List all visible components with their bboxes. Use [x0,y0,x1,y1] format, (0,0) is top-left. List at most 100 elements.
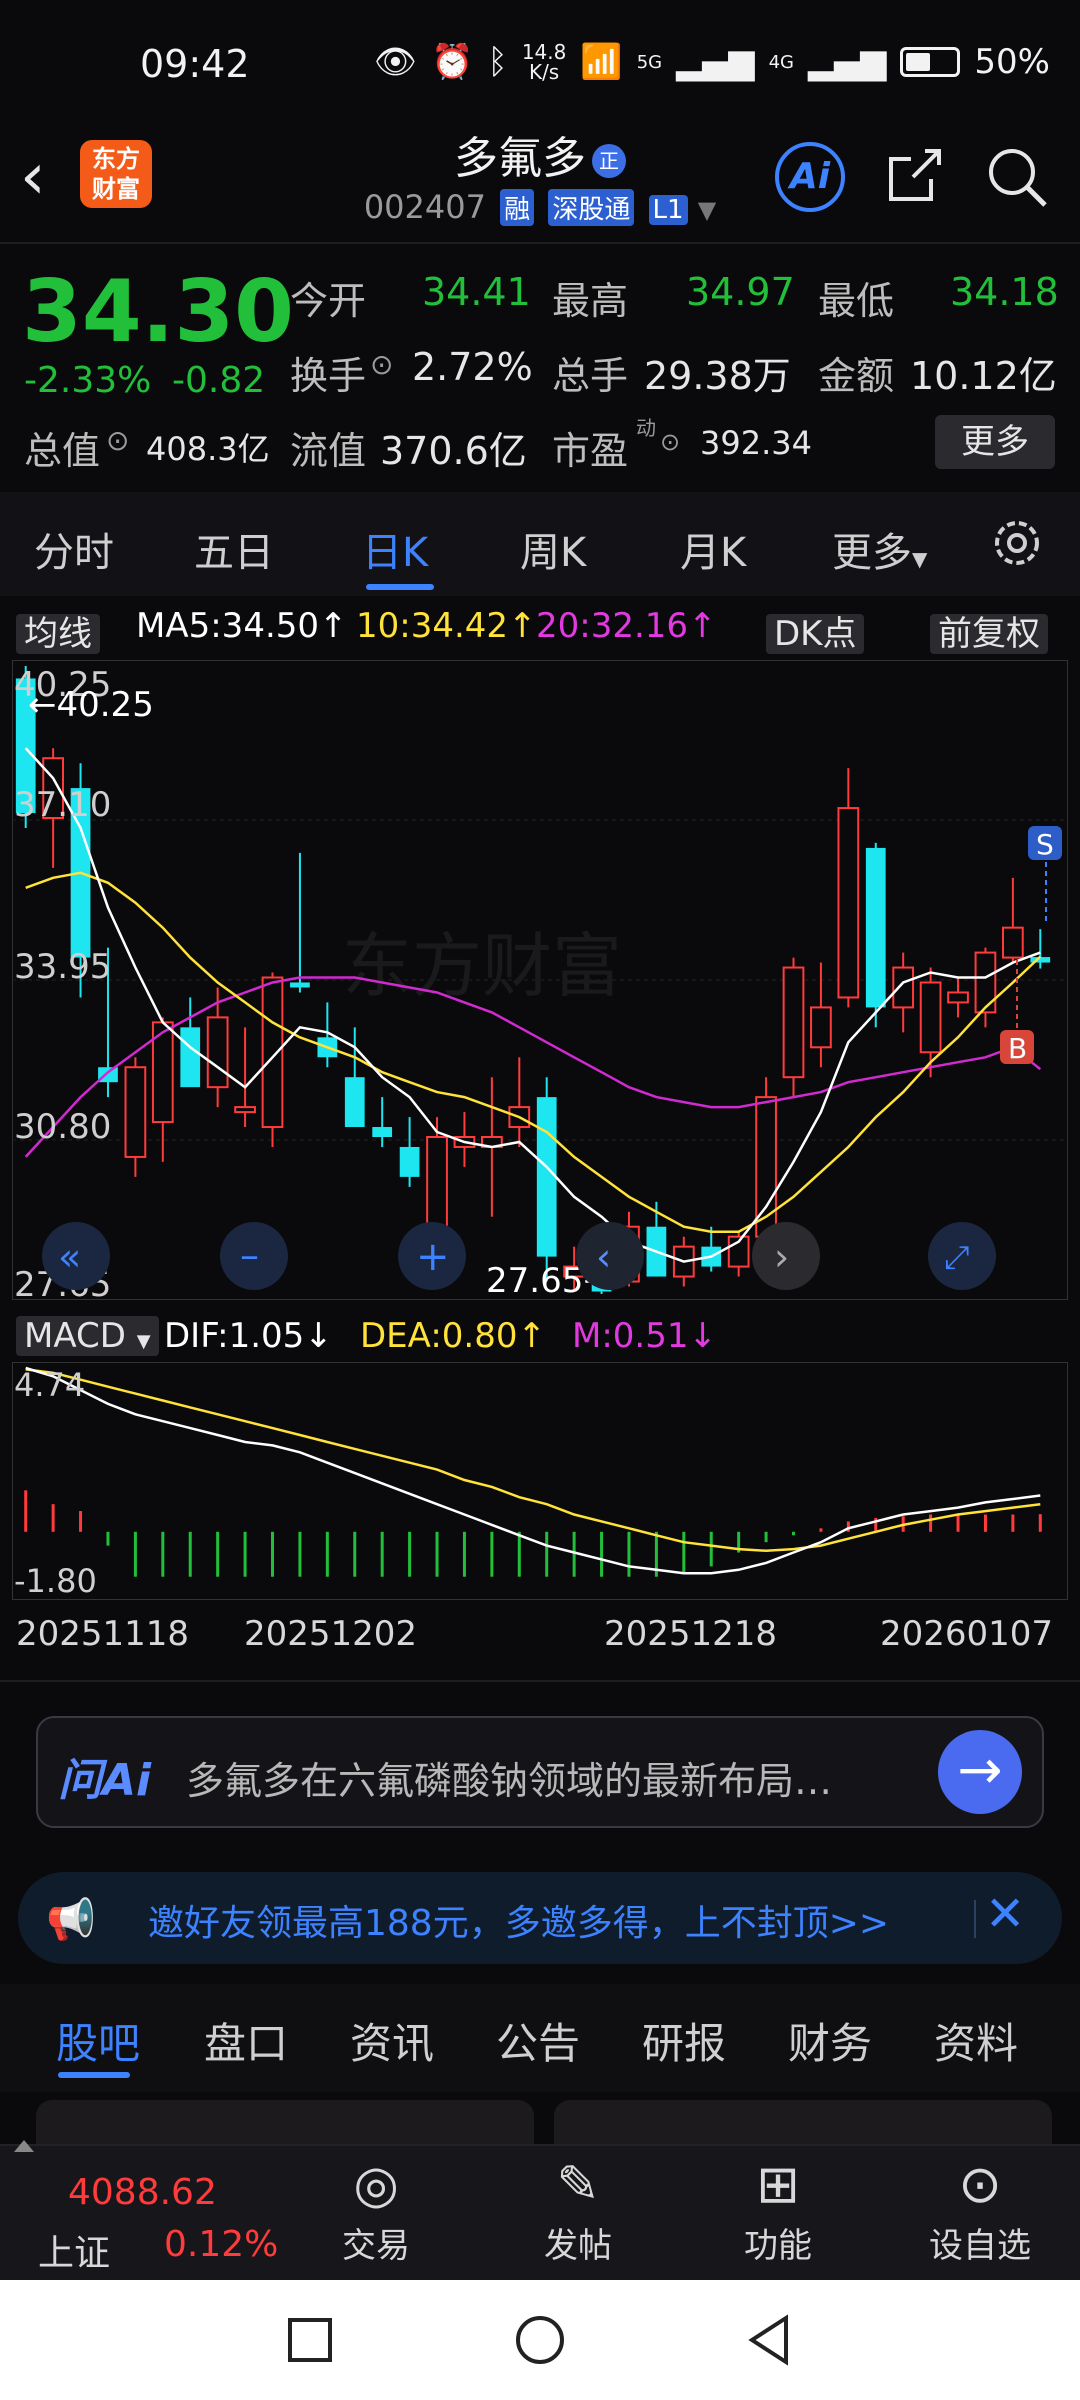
tab-forum[interactable]: 股吧 [56,2010,140,2071]
next-button[interactable]: › [752,1222,820,1290]
info-icon-3[interactable]: ⊙ [660,428,680,456]
candle-body [372,1127,393,1137]
peek-card-right[interactable] [554,2100,1052,2144]
macd-chart[interactable]: 4.74 -1.80 [12,1362,1068,1600]
tab-intraday[interactable]: 分时 [34,520,114,578]
ma20-text: 20:32.16 [536,606,689,646]
home-icon[interactable] [510,2310,570,2370]
content-tab-underline [58,2072,130,2078]
tab-more[interactable]: 更多▼ [832,520,927,578]
arrow-right-icon[interactable]: → [938,1730,1022,1814]
nav-watchlist[interactable]: ⊙ 设自选 [910,2152,1050,2267]
info-icon-2[interactable]: ⊙ [106,424,129,457]
index-value[interactable]: 4088.62 [68,2172,217,2213]
pe-superscript: 动 [636,416,656,440]
tab-underline [366,584,434,590]
candle-body [947,991,969,1004]
candle-body [865,847,886,1008]
tab-monthly-k[interactable]: 月K [680,520,746,578]
ai-question-text[interactable]: 多氟多在六氟磷酸钠领域的最新布局… [186,1750,832,1805]
nav-functions-label: 功能 [744,2226,812,2266]
change-percent: -2.33% [24,360,152,401]
promo-text[interactable]: 邀好友领最高188元，多邀多得，上不封顶>> [148,1894,889,1946]
prev-button[interactable]: ‹ [576,1222,644,1290]
zoom-in-button[interactable]: + [398,1222,466,1290]
gear-icon[interactable] [988,514,1046,572]
ai-button[interactable]: Ai [775,142,845,212]
tab-news[interactable]: 资讯 [350,2010,434,2071]
dk-button[interactable]: DK点 [766,606,865,654]
low-label: 最低 [818,279,895,323]
candle-body [124,1066,147,1158]
candle-body [837,807,860,999]
zoom-out-button[interactable]: – [220,1222,288,1290]
ma10-text: 10:34.42 [356,606,509,646]
macd-y-bottom: -1.80 [14,1562,97,1600]
macd-m-text: M:0.51 [572,1316,689,1356]
tab-weekly-k[interactable]: 周K [520,520,586,578]
y-tick-3: 30.80 [14,1107,111,1147]
plus-icon: + [416,1234,450,1280]
macd-selector[interactable]: MACD ▼ [16,1316,159,1356]
watermark: 东方财富 [342,925,622,1007]
edit-icon: ✎ [556,2155,600,2215]
tab-daily-k[interactable]: 日K [362,520,428,578]
macd-m: M:0.51↓ [572,1316,717,1356]
eye-icon: 👁 [373,42,418,82]
tab-research[interactable]: 研报 [642,2010,726,2071]
share-icon[interactable] [885,145,945,205]
back-nav-icon[interactable] [740,2310,800,2370]
tab-five-day[interactable]: 五日 [194,520,274,578]
candle-body [234,1106,256,1114]
fullscreen-button[interactable]: ⤢ [928,1222,996,1290]
nav-trade[interactable]: ◎ 交易 [306,2152,446,2267]
tab-announcements[interactable]: 公告 [496,2010,580,2071]
chevron-down-icon: ▼ [136,1331,151,1352]
more-button[interactable]: 更多 [935,415,1055,469]
open-value: 34.41 [422,270,531,314]
tab-financials[interactable]: 财务 [788,2010,872,2071]
peek-card-left[interactable] [36,2100,534,2144]
recent-apps-icon[interactable] [280,2310,340,2370]
ma5-text: MA5:34.50 [136,606,320,646]
ma-label: 均线 [16,614,100,654]
header-divider [0,242,1080,244]
volume-label: 总手 [552,354,629,398]
battery-level: 50% [974,42,1050,82]
pe-value: 392.34 [700,424,812,462]
date-tick-4: 20260107 [880,1614,1054,1654]
y-tick-1: 37.10 [14,785,111,825]
dk-label: DK点 [766,614,865,654]
adjust-label: 前复权 [930,614,1048,654]
candle-body [180,1027,201,1088]
search-icon[interactable] [985,145,1049,209]
nav-post-label: 发帖 [544,2226,612,2266]
index-percent[interactable]: 0.12% [164,2224,278,2265]
date-tick-1: 20251118 [16,1614,190,1654]
adjust-button[interactable]: 前复权 [930,606,1048,654]
macd-label: MACD ▼ [16,1316,159,1356]
index-name[interactable]: 上证 [38,2224,110,2276]
scroll-left-button[interactable]: « [42,1222,110,1290]
candle-body [344,1077,365,1128]
tab-profile[interactable]: 资料 [934,2010,1018,2071]
date-tick-3: 20251218 [604,1614,778,1654]
close-icon[interactable]: ✕ [985,1886,1025,1942]
ma5-value: MA5:34.50↑ [136,606,348,646]
amount-label: 金额 [818,354,895,398]
status-time: 09:42 [140,42,250,86]
megaphone-icon: 📢 [46,1897,96,1943]
tab-orderbook[interactable]: 盘口 [204,2010,288,2071]
info-icon[interactable]: ⊙ [370,348,393,381]
low-value: 34.18 [950,270,1059,314]
zheng-badge: 正 [592,144,626,178]
ma10-value: 10:34.42↑ [356,606,537,646]
candle-body [290,982,310,988]
candle-body [782,966,805,1079]
nav-functions[interactable]: ⊞ 功能 [708,2152,848,2267]
tag-margin: 融 [500,189,535,226]
signal-icon: ▂▄▆ [676,42,755,82]
k-line-chart[interactable]: 东方财富 40.25 37.10 33.95 30.80 27.65 ←40.2… [12,660,1068,1300]
ma-selector[interactable]: 均线 [16,606,100,654]
nav-post[interactable]: ✎ 发帖 [508,2152,648,2267]
